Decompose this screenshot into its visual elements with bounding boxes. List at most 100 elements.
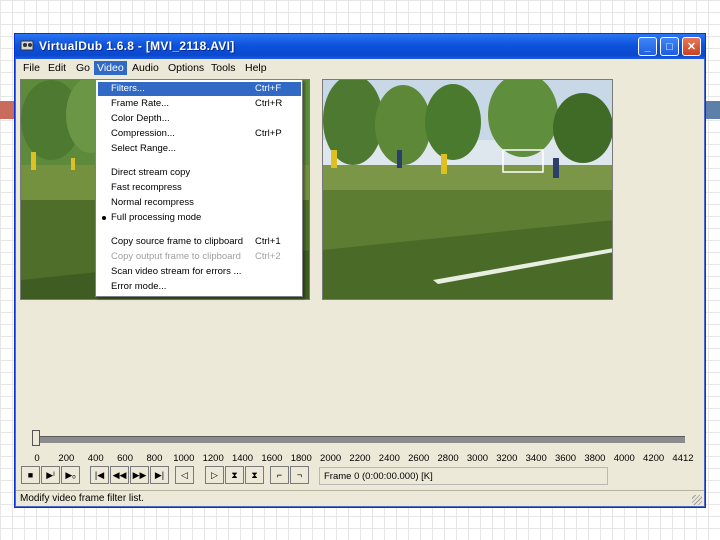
scene-back-button[interactable]: ⧗ xyxy=(225,466,244,484)
timeline-tick-label: 0 xyxy=(34,453,40,464)
timeline-tick-label: 400 xyxy=(87,453,104,464)
player-figure xyxy=(331,150,337,168)
menu-item-filters[interactable]: Filters... Ctrl+F xyxy=(98,82,301,96)
go-start-button[interactable]: |◀ xyxy=(90,466,109,484)
timeline-tick-label: 600 xyxy=(117,453,134,464)
menu-go[interactable]: Go xyxy=(73,61,93,75)
go-end-button[interactable]: ▶| xyxy=(150,466,169,484)
stop-button[interactable]: ■ xyxy=(21,466,40,484)
menu-item-error-mode[interactable]: Error mode... xyxy=(98,280,301,294)
menu-options[interactable]: Options xyxy=(165,61,207,75)
menu-separator xyxy=(100,229,298,230)
menu-tools[interactable]: Tools xyxy=(208,61,239,75)
maximize-icon: □ xyxy=(666,40,673,53)
go-start-icon: |◀ xyxy=(94,469,105,480)
play-output-icon: ▶ₒ xyxy=(65,469,76,480)
timeline-tick-label: 3600 xyxy=(554,453,577,464)
menu-item-select-range[interactable]: Select Range... xyxy=(98,142,301,156)
menu-separator xyxy=(100,160,298,161)
menu-file[interactable]: File xyxy=(20,61,43,75)
timeline-tick-label: 1000 xyxy=(173,453,195,464)
menu-item-color-depth[interactable]: Color Depth... xyxy=(98,112,301,126)
timeline-tick-label: 2800 xyxy=(437,453,459,464)
resize-grip-icon[interactable] xyxy=(692,495,702,505)
prev-keyframe-icon: ◁ xyxy=(181,469,188,480)
player-figure xyxy=(553,158,559,178)
app-icon xyxy=(20,40,34,51)
menu-edit[interactable]: Edit xyxy=(45,61,69,75)
menu-audio[interactable]: Audio xyxy=(129,61,162,75)
minimize-button[interactable]: _ xyxy=(638,37,657,56)
maximize-button[interactable]: □ xyxy=(660,37,679,56)
next-key-button[interactable]: ▷ xyxy=(205,466,224,484)
player-figure xyxy=(31,152,36,170)
play-input-button[interactable]: ▶ᴵ xyxy=(41,466,60,484)
mark-out-icon: ¬ xyxy=(296,470,303,480)
scene-forward-icon: ⧗ xyxy=(251,469,258,480)
timeline-tick-label: 3200 xyxy=(496,453,518,464)
step-forward-button[interactable]: ▶▶ xyxy=(130,466,149,484)
menu-help[interactable]: Help xyxy=(242,61,270,75)
frame-position-display: Frame 0 (0:00:00.000) [K] xyxy=(319,467,608,485)
next-keyframe-icon: ▷ xyxy=(211,469,218,480)
play-output-button[interactable]: ▶ₒ xyxy=(61,466,80,484)
mark-in-icon: ⌐ xyxy=(276,470,283,480)
timeline-tick-label: 2200 xyxy=(349,453,371,464)
menu-item-direct-stream-copy[interactable]: Direct stream copy xyxy=(98,166,301,180)
timeline-track[interactable] xyxy=(33,436,685,443)
mark-in-button[interactable]: ⌐ xyxy=(270,466,289,484)
menu-video[interactable]: Video xyxy=(94,61,127,75)
timeline-tick-label: 200 xyxy=(58,453,75,464)
menu-item-frame-rate[interactable]: Frame Rate... Ctrl+R xyxy=(98,97,301,111)
timeline-tick-label: 3000 xyxy=(466,453,489,464)
close-button[interactable]: ✕ xyxy=(682,37,701,56)
player-figure xyxy=(71,158,75,170)
menu-item-normal-recompress[interactable]: Normal recompress xyxy=(98,196,301,210)
prev-key-button[interactable]: ◁ xyxy=(175,466,194,484)
timeline-tick-label: 1200 xyxy=(202,453,224,464)
go-end-icon: ▶| xyxy=(154,469,165,480)
menu-item-scan-errors[interactable]: Scan video stream for errors ... xyxy=(98,265,301,279)
timeline-tick-label: 4200 xyxy=(643,453,665,464)
radio-bullet-icon xyxy=(102,216,106,220)
menu-item-fast-recompress[interactable]: Fast recompress xyxy=(98,181,301,195)
menu-bar: File Edit Go Video Audio Options Tools H… xyxy=(16,59,704,78)
minimize-icon: _ xyxy=(644,40,651,53)
timeline-tick-label: 1400 xyxy=(231,453,254,464)
title-bar[interactable]: VirtualDub 1.6.8 - [MVI_2118.AVI] _ □ ✕ xyxy=(15,34,705,59)
timeline-tick-label: 2000 xyxy=(320,453,342,464)
timeline-thumb[interactable] xyxy=(32,430,40,446)
timeline-tick-label: 3400 xyxy=(525,453,547,464)
step-forward-icon: ▶▶ xyxy=(132,469,147,480)
step-back-icon: ◀◀ xyxy=(112,469,127,480)
timeline-tick-label: 800 xyxy=(146,453,163,464)
mark-out-button[interactable]: ¬ xyxy=(290,466,309,484)
menu-item-compression[interactable]: Compression... Ctrl+P xyxy=(98,127,301,141)
output-video-pane xyxy=(322,79,613,300)
timeline-tick-label: 4412 xyxy=(672,453,694,464)
slide-decor-left xyxy=(0,101,14,119)
timeline-tick-label: 1800 xyxy=(290,453,312,464)
scene-forward-button[interactable]: ⧗ xyxy=(245,466,264,484)
menu-item-copy-output-frame: Copy output frame to clipboard Ctrl+2 xyxy=(111,251,281,262)
timeline-tick-label: 1600 xyxy=(261,453,283,464)
virtualdub-window: VirtualDub 1.6.8 - [MVI_2118.AVI] _ □ ✕ … xyxy=(14,33,706,508)
timeline-tick-label: 4000 xyxy=(613,453,635,464)
slide-decor-right xyxy=(706,101,720,119)
scene-back-icon: ⧗ xyxy=(231,469,238,480)
step-back-button[interactable]: ◀◀ xyxy=(110,466,129,484)
timeline-tick-label: 2400 xyxy=(378,453,400,464)
close-icon: ✕ xyxy=(686,41,697,53)
player-figure xyxy=(397,150,402,168)
output-frame-image xyxy=(323,80,612,299)
video-menu-dropdown: Filters... Ctrl+F Frame Rate... Ctrl+R C… xyxy=(95,79,303,297)
menu-item-copy-source-frame[interactable]: Copy source frame to clipboard Ctrl+1 xyxy=(98,235,301,249)
status-bar: Modify video frame filter list. xyxy=(16,490,704,507)
menu-item-full-processing-mode[interactable]: Full processing mode xyxy=(98,211,301,225)
window-title: VirtualDub 1.6.8 - [MVI_2118.AVI] xyxy=(39,39,235,53)
status-text: Modify video frame filter list. xyxy=(20,493,144,504)
play-input-icon: ▶ᴵ xyxy=(46,469,55,480)
stop-icon: ■ xyxy=(27,470,34,480)
player-figure xyxy=(441,154,447,174)
timeline-tick-label: 3800 xyxy=(584,453,606,464)
